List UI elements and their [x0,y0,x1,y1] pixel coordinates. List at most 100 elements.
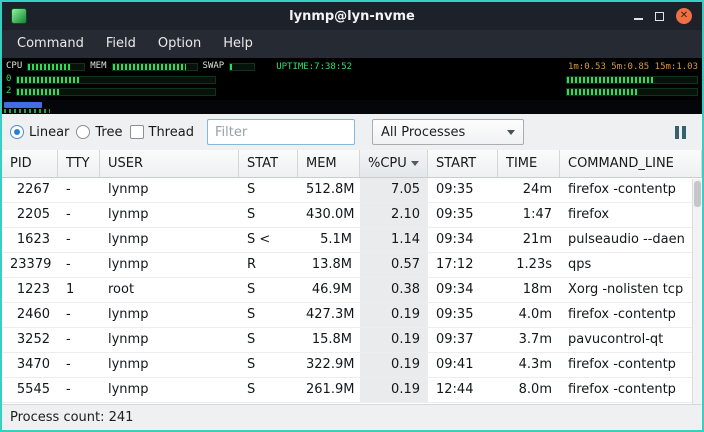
core2-label: 2 [6,87,11,96]
column-header-tty[interactable]: TTY [58,150,100,177]
tree-radio[interactable]: Tree [76,125,122,140]
cell-user: lynmp [100,378,239,402]
cell-tty: - [58,203,100,227]
table-row[interactable]: 2205-lynmpS430.0M2.1009:351:47firefox [2,203,702,228]
cell-mem: 322.9M [298,353,360,377]
cell-user: lynmp [100,303,239,327]
menu-help[interactable]: Help [212,30,264,58]
table-row[interactable]: 3252-lynmpS15.8M0.1909:373.7mpavucontrol… [2,328,702,353]
pause-button[interactable] [671,122,690,143]
thread-checkbox-label: Thread [149,125,194,140]
cell-start: 09:41 [428,353,498,377]
column-header-label: STAT [247,156,278,171]
menu-field[interactable]: Field [95,30,147,58]
cell-tty: - [58,328,100,352]
cell-mem: 5.1M [298,228,360,252]
cell-time: 1:47 [498,203,560,227]
column-header-user[interactable]: USER [100,150,239,177]
process-count-text: Process count: 241 [10,410,133,425]
menubar: Command Field Option Help [2,30,702,58]
table-row[interactable]: 2460-lynmpS427.3M0.1909:354.0mfirefox -c… [2,303,702,328]
table-row[interactable]: 23379-lynmpR13.8M0.5717:121.23sqps [2,253,702,278]
column-header-mem[interactable]: MEM [298,150,360,177]
cell-pid: 23379 [2,253,58,277]
filter-input[interactable] [207,119,355,145]
cell-stat: S [239,303,298,327]
table-row[interactable]: 1623-lynmpS <5.1M1.1409:3421mpulseaudio … [2,228,702,253]
table-row[interactable]: 3470-lynmpS322.9M0.1909:414.3mfirefox -c… [2,353,702,378]
column-header-label: TIME [506,156,537,171]
cell-cpu: 2.10 [360,203,428,227]
table-row[interactable]: 2267-lynmpS512.8M7.0509:3524mfirefox -co… [2,178,702,203]
cell-cmd: firefox [560,203,702,227]
cell-mem: 427.3M [298,303,360,327]
cell-user: root [100,278,239,302]
minimize-button[interactable] [634,18,643,20]
process-table-header: PID TTY USER STAT MEM %CPU START TIME COMMAND_LI… [2,150,702,178]
table-row[interactable]: 12231rootS46.9M0.3809:3418mXorg -noliste… [2,278,702,303]
cell-cmd: firefox -contentp [560,378,702,402]
linear-radio-label: Linear [29,125,69,140]
menu-command[interactable]: Command [6,30,95,58]
cell-time: 4.3m [498,353,560,377]
maximize-button[interactable] [655,12,664,21]
cell-stat: S [239,203,298,227]
column-header-label: %CPU [368,156,407,171]
cell-start: 09:35 [428,303,498,327]
column-header-time[interactable]: TIME [498,150,560,177]
column-header-label: COMMAND_LINE [568,156,674,171]
close-button[interactable]: ✕ [676,8,692,24]
column-header-label: TTY [66,156,90,171]
cell-stat: R [239,253,298,277]
cell-pid: 1223 [2,278,58,302]
thread-checkbox[interactable]: Thread [130,125,194,140]
menu-option[interactable]: Option [147,30,212,58]
cell-cpu: 0.19 [360,353,428,377]
cell-user: lynmp [100,253,239,277]
scrollbar-thumb[interactable] [694,181,701,207]
cell-cmd: firefox -contentp [560,353,702,377]
column-header-cmd[interactable]: COMMAND_LINE [560,150,702,177]
linear-radio[interactable]: Linear [10,125,69,140]
graph-tick-marks [4,109,50,113]
cell-start: 09:34 [428,228,498,252]
toolbar: Linear Tree Thread All Processes [2,114,702,150]
radio-selected-icon [10,125,24,139]
cell-cpu: 0.38 [360,278,428,302]
column-header-stat[interactable]: STAT [239,150,298,177]
cell-cpu: 7.05 [360,178,428,202]
cell-pid: 2267 [2,178,58,202]
cell-cpu: 0.19 [360,303,428,327]
cell-mem: 430.0M [298,203,360,227]
cell-stat: S [239,178,298,202]
cell-start: 12:44 [428,378,498,402]
cell-cpu: 0.57 [360,253,428,277]
vertical-scrollbar[interactable] [692,179,702,404]
cell-tty: - [58,378,100,402]
cell-start: 09:34 [428,278,498,302]
cell-stat: S [239,353,298,377]
column-header-label: PID [10,156,32,171]
swap-meter [229,63,255,71]
cell-pid: 1623 [2,228,58,252]
cell-user: lynmp [100,178,239,202]
system-monitor: CPU MEM SWAP UPTIME:7:38:52 1m:0.53 5m:0… [2,58,702,114]
table-row[interactable]: 5545-lynmpS261.9M0.1912:448.0mfirefox -c… [2,378,702,403]
cell-cmd: pulseaudio --daen [560,228,702,252]
cell-tty: - [58,228,100,252]
cell-time: 24m [498,178,560,202]
core0-meter [16,76,216,84]
cell-user: lynmp [100,328,239,352]
process-filter-dropdown[interactable]: All Processes [372,119,524,145]
column-header-start[interactable]: START [428,150,498,177]
cell-user: lynmp [100,203,239,227]
titlebar[interactable]: lynmp@lyn-nvme ✕ [2,2,702,30]
core0-label: 0 [6,75,11,84]
cell-tty: - [58,253,100,277]
cell-time: 18m [498,278,560,302]
column-header-pid[interactable]: PID [2,150,58,177]
cell-stat: S [239,278,298,302]
column-header-cpu[interactable]: %CPU [360,150,428,177]
cell-mem: 46.9M [298,278,360,302]
cell-cmd: firefox -contentp [560,178,702,202]
